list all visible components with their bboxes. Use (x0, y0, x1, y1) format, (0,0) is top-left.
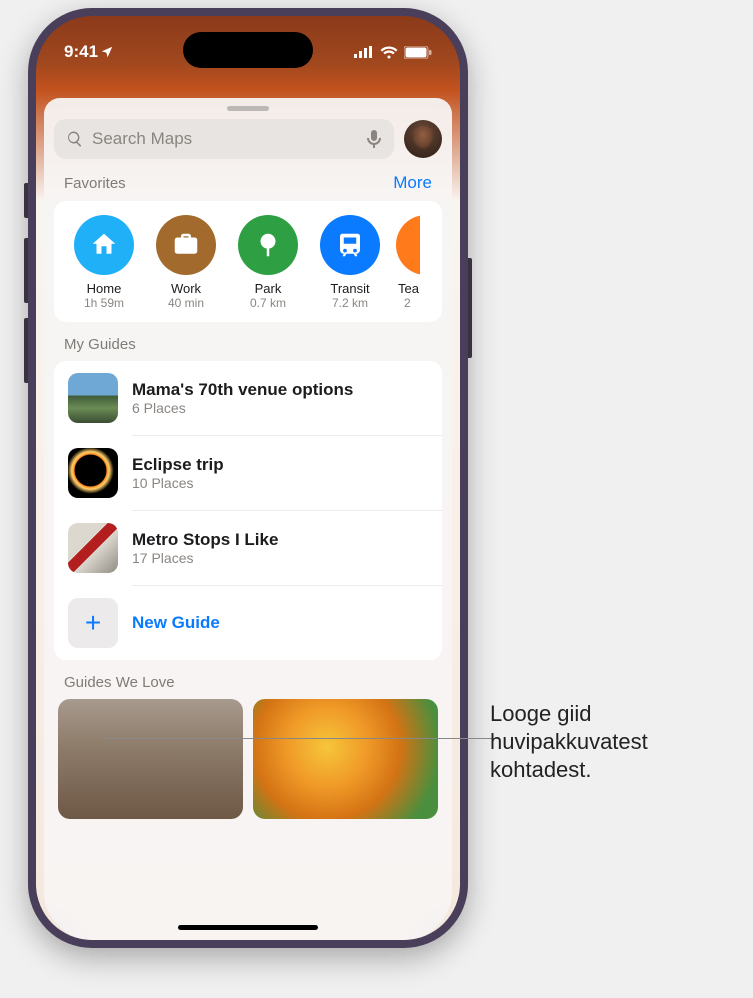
transit-icon (320, 215, 380, 275)
callout-line (103, 738, 498, 739)
guides-we-love-title: Guides We Love (64, 674, 175, 691)
favorite-item-home[interactable]: Home 1h 59m (68, 215, 140, 310)
my-guides-title: My Guides (64, 336, 136, 353)
wifi-icon (380, 46, 398, 59)
volume-down (24, 318, 28, 383)
favorite-item-work[interactable]: Work 40 min (150, 215, 222, 310)
guide-row[interactable]: Mama's 70th venue options 6 Places (54, 361, 442, 435)
grabber[interactable] (227, 106, 269, 111)
cup-icon (396, 215, 442, 275)
guide-thumb (68, 373, 118, 423)
profile-avatar[interactable] (404, 120, 442, 158)
dynamic-island (183, 32, 313, 68)
guide-row[interactable]: Metro Stops I Like 17 Places (54, 511, 442, 585)
battery-icon (404, 46, 432, 59)
guide-row[interactable]: Eclipse trip 10 Places (54, 436, 442, 510)
favorite-item-transit[interactable]: Transit 7.2 km (314, 215, 386, 310)
plus-icon: + (68, 598, 118, 648)
location-icon (100, 45, 114, 59)
home-indicator[interactable] (178, 925, 318, 930)
search-icon (66, 130, 84, 148)
side-button (24, 183, 28, 218)
search-input[interactable]: Search Maps (54, 119, 394, 159)
search-placeholder: Search Maps (92, 129, 358, 149)
new-guide-button[interactable]: + New Guide (54, 586, 442, 660)
tree-icon (238, 215, 298, 275)
phone-frame: 9:41 Search Maps (28, 8, 468, 948)
guide-card[interactable] (58, 699, 243, 819)
cellular-icon (354, 46, 374, 58)
maps-panel: Search Maps Favorites More (44, 98, 452, 940)
home-icon (74, 215, 134, 275)
microphone-icon[interactable] (366, 129, 382, 149)
favorite-item-park[interactable]: Park 0.7 km (232, 215, 304, 310)
volume-up (24, 238, 28, 303)
favorites-more-button[interactable]: More (393, 173, 432, 193)
favorites-scroll[interactable]: Home 1h 59m Work 40 min (54, 201, 442, 322)
favorites-title: Favorites (64, 175, 126, 192)
guide-thumb (68, 523, 118, 573)
status-time: 9:41 (64, 42, 98, 62)
callout-text: Looge giid huvipakkuvatest kohtadest. (490, 700, 740, 784)
my-guides-card: Mama's 70th venue options 6 Places Eclip… (54, 361, 442, 660)
guide-card[interactable] (253, 699, 438, 819)
favorites-card: Home 1h 59m Work 40 min (54, 201, 442, 322)
briefcase-icon (156, 215, 216, 275)
power-button (468, 258, 472, 358)
guide-thumb (68, 448, 118, 498)
favorite-item-tea[interactable]: Tea 2 (396, 215, 436, 310)
guides-we-love-scroll[interactable] (54, 699, 442, 819)
